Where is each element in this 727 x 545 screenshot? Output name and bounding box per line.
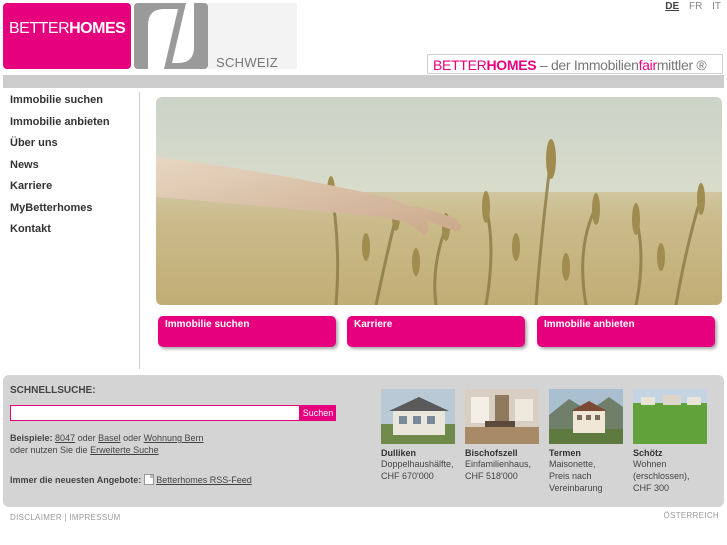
example-link-8047[interactable]: 8047: [55, 433, 75, 443]
sidebar-nav: Immobilie suchen Immobilie anbieten Über…: [3, 92, 140, 369]
listing-dulliken[interactable]: Dulliken Doppelhaushälfte, CHF 670'000: [381, 389, 461, 482]
hero-image: [156, 97, 722, 305]
impressum-link[interactable]: IMPRESSUM: [69, 513, 120, 522]
listing-photo-bischofszell: [465, 389, 539, 444]
lang-fr[interactable]: FR: [689, 1, 702, 12]
listing-desc: Maisonette, Preis nach Vereinbarung: [549, 459, 603, 493]
rss-row: Immer die neuesten Angebote: Betterhomes…: [10, 474, 252, 485]
listing-schoetz[interactable]: Schötz Wohnen (erschlossen), CHF 300: [633, 389, 713, 494]
betterhomes-logo[interactable]: BETTERHOMES: [3, 3, 131, 69]
teaser-karriere[interactable]: Karriere: [347, 316, 525, 347]
nav-item-immobilie-anbieten[interactable]: Immobilie anbieten: [3, 114, 139, 136]
teaser-immobilie-suchen[interactable]: Immobilie suchen: [158, 316, 336, 347]
nav-item-kontakt[interactable]: Kontakt: [3, 221, 139, 243]
language-switcher: DE FR IT: [658, 1, 721, 12]
listing-photo-schoetz: [633, 389, 707, 444]
nav-item-karriere[interactable]: Karriere: [3, 178, 139, 200]
listing-desc: Wohnen (erschlossen), CHF 300: [633, 459, 690, 493]
top-divider-bar: [3, 75, 724, 88]
quicksearch-title: SCHNELLSUCHE:: [10, 385, 96, 396]
listing-bischofszell[interactable]: Bischofszell Einfamilienhaus, CHF 518'000: [465, 389, 545, 482]
listing-photo-termen: [549, 389, 623, 444]
nav-item-ueber-uns[interactable]: Über uns: [3, 135, 139, 157]
document-icon: [144, 474, 155, 485]
teaser-immobilie-anbieten[interactable]: Immobilie anbieten: [537, 316, 715, 347]
listing-termen[interactable]: Termen Maisonette, Preis nach Vereinbarung: [549, 389, 629, 494]
listing-photo-dulliken: [381, 389, 455, 444]
logo-country: SCHWEIZ: [216, 55, 279, 70]
nav-item-immobilie-suchen[interactable]: Immobilie suchen: [3, 92, 139, 114]
lang-it[interactable]: IT: [712, 1, 721, 12]
listing-place: Dulliken: [381, 448, 417, 458]
nav-item-mybetterhomes[interactable]: MyBetterhomes: [3, 200, 139, 222]
example-link-wohnung-bern[interactable]: Wohnung Bern: [144, 433, 204, 443]
logo-text: BETTERHOMES: [9, 20, 126, 37]
search-examples: Beispiele: 8047 oder Basel oder Wohnung …: [10, 433, 204, 455]
tagline-banner: BETTERHOMES – der Immobilienfairmittler …: [427, 54, 723, 74]
listing-place: Termen: [549, 448, 581, 458]
rss-feed-link[interactable]: Betterhomes RSS-Feed: [156, 475, 252, 485]
logo-mark-icon: [134, 3, 208, 69]
example-link-basel[interactable]: Basel: [98, 433, 121, 443]
nav-item-news[interactable]: News: [3, 157, 139, 179]
lang-de[interactable]: DE: [665, 1, 679, 12]
listing-desc: Doppelhaushälfte, CHF 670'000: [381, 459, 454, 481]
advanced-search-link[interactable]: Erweiterte Suche: [90, 445, 159, 455]
listing-place: Bischofszell: [465, 448, 518, 458]
listing-desc: Einfamilienhaus, CHF 518'000: [465, 459, 532, 481]
quicksearch-input[interactable]: [10, 405, 300, 421]
footer-links: DISCLAIMER | IMPRESSUM: [10, 513, 121, 522]
listing-place: Schötz: [633, 448, 663, 458]
disclaimer-link[interactable]: DISCLAIMER: [10, 513, 62, 522]
country-link-oesterreich[interactable]: ÖSTERREICH: [664, 511, 719, 520]
search-button[interactable]: Suchen: [300, 405, 336, 421]
